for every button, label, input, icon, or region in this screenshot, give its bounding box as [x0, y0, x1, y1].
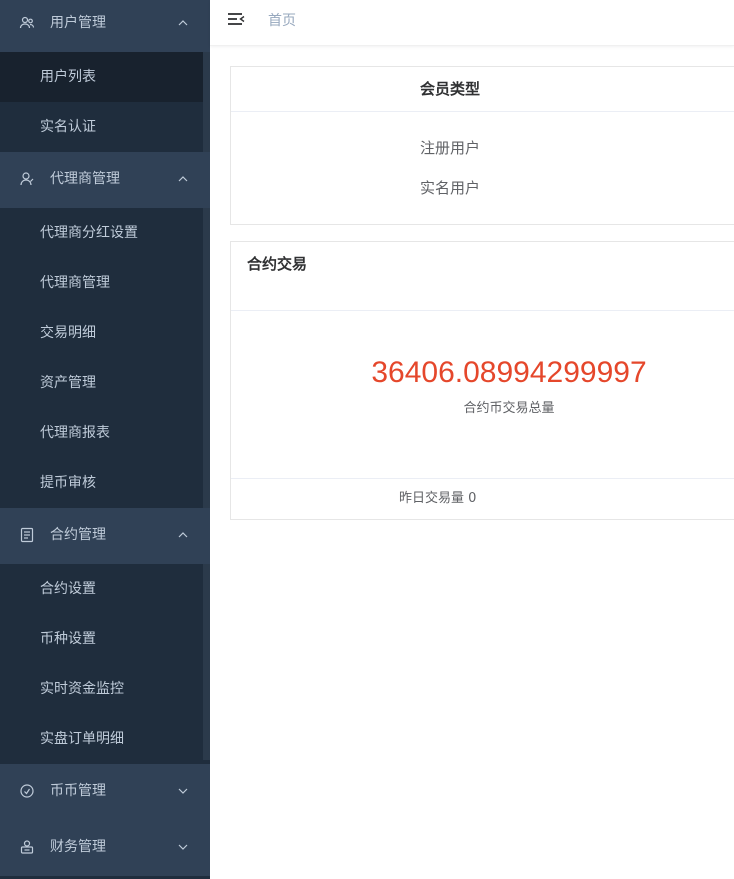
- member-type-card: 会员类型 注册用户 实名用户: [230, 66, 734, 225]
- top-navbar: 首页: [210, 0, 734, 46]
- chevron-up-icon: [178, 20, 188, 26]
- sidebar-scrollbar[interactable]: [203, 0, 210, 760]
- contract-trade-title: 合约交易: [247, 255, 308, 273]
- sidebar-item-live-order-detail[interactable]: 实盘订单明细: [0, 714, 203, 764]
- member-type-title: 会员类型: [420, 80, 481, 98]
- sidebar: 用户管理 用户列表 实名认证 代理商管理 代理商分红设置 代理商管理 交易明细 …: [0, 0, 210, 879]
- sidebar-item-label: 实盘订单明细: [40, 731, 124, 747]
- sidebar-item-label: 提币审核: [40, 475, 96, 491]
- sidebar-item-label: 实时资金监控: [40, 681, 124, 697]
- menu-fold-icon[interactable]: [227, 12, 245, 28]
- sidebar-item-agent-dividend[interactable]: 代理商分红设置: [0, 208, 203, 258]
- sidebar-group-finance-management[interactable]: 财务管理: [0, 820, 210, 876]
- document-icon: [20, 527, 34, 543]
- sidebar-item-withdraw-review[interactable]: 提币审核: [0, 458, 203, 508]
- contract-trade-header: 合约交易: [231, 242, 734, 311]
- coin-icon: [20, 784, 34, 798]
- contract-trade-footer: 昨日交易量 0: [231, 478, 734, 520]
- sidebar-group-contract-management[interactable]: 合约管理: [0, 508, 210, 564]
- sidebar-group-label: 合约管理: [50, 527, 106, 543]
- breadcrumb[interactable]: 首页: [268, 12, 296, 30]
- chevron-down-icon: [178, 844, 188, 850]
- chevron-up-icon: [178, 176, 188, 182]
- sidebar-item-contract-settings[interactable]: 合约设置: [0, 564, 203, 614]
- sidebar-item-label: 实名认证: [40, 119, 96, 135]
- sidebar-item-agent-management[interactable]: 代理商管理: [0, 258, 203, 308]
- sidebar-group-spot-management[interactable]: 币币管理: [0, 764, 210, 820]
- sidebar-item-label: 代理商报表: [40, 425, 110, 441]
- sidebar-item-label: 合约设置: [40, 581, 96, 597]
- sidebar-group-label: 财务管理: [50, 839, 106, 855]
- wallet-icon: [20, 840, 34, 854]
- chevron-up-icon: [178, 532, 188, 538]
- sidebar-item-label: 代理商分红设置: [40, 225, 138, 241]
- member-type-header: 会员类型: [231, 67, 734, 112]
- registered-users-label: 注册用户: [420, 139, 481, 157]
- total-volume-value: 36406.08994299997: [371, 356, 647, 389]
- sidebar-group-label: 用户管理: [50, 15, 106, 31]
- sidebar-item-coin-settings[interactable]: 币种设置: [0, 614, 203, 664]
- total-volume-caption: 合约币交易总量: [463, 401, 555, 416]
- sidebar-group-label: 代理商管理: [50, 171, 120, 187]
- verified-users-label: 实名用户: [420, 179, 481, 197]
- yesterday-volume: 昨日交易量 0: [399, 491, 477, 506]
- sidebar-item-agent-report[interactable]: 代理商报表: [0, 408, 203, 458]
- sidebar-item-asset-management[interactable]: 资产管理: [0, 358, 203, 408]
- sidebar-item-label: 代理商管理: [40, 275, 110, 291]
- sidebar-item-label: 交易明细: [40, 325, 96, 341]
- contract-trade-card: 合约交易 36406.08994299997 合约币交易总量 昨日交易量 0: [230, 241, 734, 520]
- user-icon: [20, 172, 34, 186]
- sidebar-item-trade-detail[interactable]: 交易明细: [0, 308, 203, 358]
- sidebar-item-label: 资产管理: [40, 375, 96, 391]
- sidebar-group-user-management[interactable]: 用户管理: [0, 0, 210, 52]
- users-icon: [19, 16, 35, 29]
- sidebar-item-user-list[interactable]: 用户列表: [0, 52, 203, 102]
- sidebar-group-agent-management[interactable]: 代理商管理: [0, 152, 210, 208]
- sidebar-item-label: 币种设置: [40, 631, 96, 647]
- sidebar-item-label: 用户列表: [40, 69, 96, 85]
- sidebar-group-label: 币币管理: [50, 783, 106, 799]
- sidebar-item-realtime-fund-monitor[interactable]: 实时资金监控: [0, 664, 203, 714]
- chevron-down-icon: [178, 788, 188, 794]
- sidebar-item-real-name-auth[interactable]: 实名认证: [0, 102, 203, 152]
